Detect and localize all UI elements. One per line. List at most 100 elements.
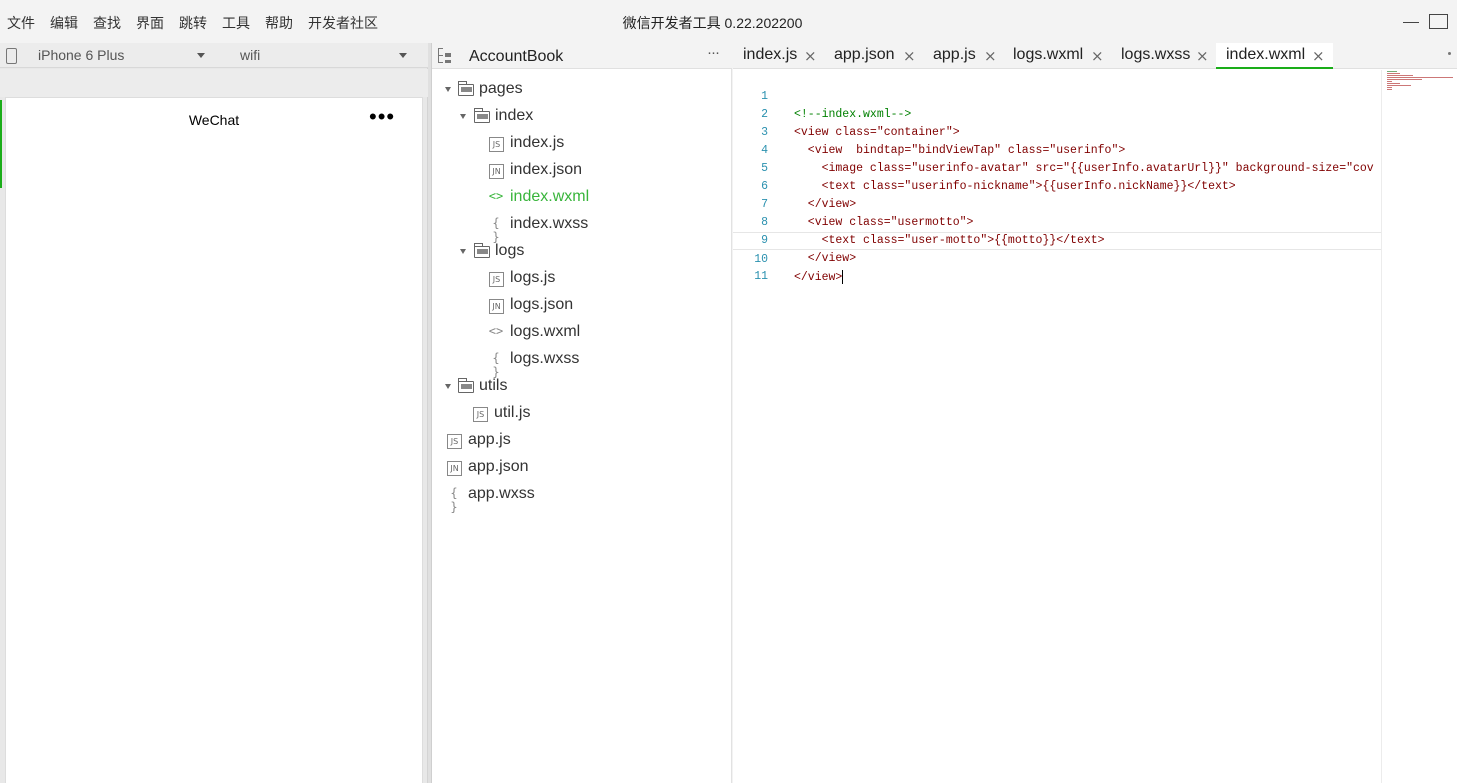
wxml-file-icon: <> xyxy=(488,324,504,338)
tab-label: index.js xyxy=(743,46,798,63)
tab-label: logs.wxss xyxy=(1121,46,1191,63)
phone-icon[interactable] xyxy=(6,48,17,64)
code-line: 11 xyxy=(733,250,1381,283)
tree-item-label: logs.wxml xyxy=(510,323,581,340)
folder-icon xyxy=(474,243,490,258)
code-area[interactable]: 1 <!--index.wxml--> 2 <view class="conta… xyxy=(733,70,1381,783)
close-icon[interactable]: × xyxy=(1312,47,1325,65)
minimap-line xyxy=(1387,83,1400,84)
maximize-button[interactable] xyxy=(1429,14,1448,29)
phone-nav-title: WeChat xyxy=(188,112,240,128)
tree-file-app-json[interactable]: JN app.json xyxy=(432,456,732,483)
code-line: 7 <view class="usermotto"> xyxy=(733,178,1381,229)
tab-label: logs.wxml xyxy=(1013,46,1084,63)
phone-navigation-bar: WeChat ••• xyxy=(6,98,422,140)
minimap-line xyxy=(1387,75,1413,76)
tree-file-index-js[interactable]: JS index.js xyxy=(432,132,732,159)
close-icon[interactable]: × xyxy=(1091,47,1104,65)
tree-item-label: logs.json xyxy=(510,296,574,313)
collapse-arrow-icon[interactable] xyxy=(460,249,466,254)
tree-item-label: logs.wxss xyxy=(510,350,580,367)
tab-logs-wxss[interactable]: logs.wxss × xyxy=(1111,43,1213,69)
tab-index-wxml[interactable]: index.wxml × xyxy=(1216,43,1333,69)
code-line: 8 <text class="user-motto">{{motto}}</te… xyxy=(733,196,1381,247)
tree-item-label: app.json xyxy=(468,458,529,475)
code-line: 9 </view> xyxy=(733,214,1381,265)
minimap-line xyxy=(1387,85,1411,86)
code-editor: index.js × app.json × app.js × logs.wxml… xyxy=(733,43,1457,783)
tree-toggle-icon[interactable] xyxy=(438,48,452,63)
tree-file-index-wxss[interactable]: { } index.wxss xyxy=(432,213,732,244)
tab-label: app.json xyxy=(834,46,895,63)
tree-item-label: logs.js xyxy=(510,269,556,286)
minimap-line xyxy=(1387,77,1453,78)
close-icon[interactable]: × xyxy=(984,47,997,65)
close-icon[interactable]: × xyxy=(903,47,916,65)
chevron-down-icon xyxy=(197,53,205,58)
wxss-file-icon: { } xyxy=(450,486,458,514)
editor-tabs: index.js × app.json × app.js × logs.wxml… xyxy=(733,43,1457,69)
code-text: </view> xyxy=(794,269,1381,287)
tree-file-app-wxss[interactable]: { } app.wxss xyxy=(432,483,732,514)
device-select[interactable]: iPhone 6 Plus xyxy=(38,47,208,65)
tree-item-label: util.js xyxy=(494,404,531,421)
tree-folder-pages[interactable]: pages xyxy=(432,78,732,105)
code-line: 5 <text class="userinfo-nickname">{{user… xyxy=(733,142,1381,193)
tree-folder-utils[interactable]: utils xyxy=(432,375,732,402)
json-file-icon: JN xyxy=(447,461,462,476)
tab-app-js[interactable]: app.js × xyxy=(923,43,997,69)
tree-file-util-js[interactable]: JS util.js xyxy=(432,402,732,429)
tree-folder-index[interactable]: index xyxy=(432,105,732,132)
tab-logs-wxml[interactable]: logs.wxml × xyxy=(1003,43,1108,69)
code-line: 6 </view> xyxy=(733,160,1381,211)
network-select[interactable]: wifi xyxy=(240,47,410,65)
tree-item-label: index.wxml xyxy=(510,188,590,205)
wxml-file-icon: <> xyxy=(488,189,504,203)
code-line: 2 <view class="container"> xyxy=(733,88,1381,139)
tab-app-json[interactable]: app.json × xyxy=(824,43,916,69)
tree-file-index-json[interactable]: JN index.json xyxy=(432,159,732,186)
tree-item-label: logs xyxy=(495,242,525,259)
close-icon[interactable]: × xyxy=(1196,47,1209,65)
phone-screen[interactable]: WeChat ••• xyxy=(5,97,423,783)
minimap-line xyxy=(1387,71,1397,72)
tab-overflow-icon[interactable] xyxy=(1448,52,1451,55)
devtools-window: 文件 编辑 查找 界面 跳转 工具 帮助 开发者社区 微信开发者工具 0.22.… xyxy=(0,0,1457,783)
minimap-line xyxy=(1387,81,1392,82)
app-title: 微信开发者工具 0.22.202200 xyxy=(622,15,803,31)
close-icon[interactable]: × xyxy=(804,47,817,65)
more-options-icon[interactable]: ··· xyxy=(707,44,720,61)
tree-file-logs-js[interactable]: JS logs.js xyxy=(432,267,732,294)
more-icon[interactable]: ••• xyxy=(369,106,395,128)
code-line-current: 10 </view> xyxy=(733,232,1381,284)
tab-label: index.wxml xyxy=(1226,46,1306,63)
collapse-arrow-icon[interactable] xyxy=(445,384,451,389)
simulator-spacer xyxy=(0,69,428,97)
collapse-arrow-icon[interactable] xyxy=(445,87,451,92)
minimap-line xyxy=(1387,79,1422,80)
code-minimap[interactable] xyxy=(1381,70,1457,783)
simulator-toolbar: iPhone 6 Plus wifi xyxy=(0,43,428,68)
json-file-icon: JN xyxy=(489,299,504,314)
tree-file-logs-json[interactable]: JN logs.json xyxy=(432,294,732,321)
minimize-button[interactable] xyxy=(1403,13,1419,27)
code-line: 1 <!--index.wxml--> xyxy=(733,70,1381,121)
folder-icon xyxy=(474,108,490,123)
code-line: 3 <view bindtap="bindViewTap" class="use… xyxy=(733,106,1381,157)
minimap-line xyxy=(1387,73,1400,74)
explorer-header: AccountBook ··· xyxy=(432,43,732,69)
tree-item-label: index xyxy=(495,107,534,124)
file-explorer: AccountBook ··· pages index JS index.js … xyxy=(432,43,732,783)
tree-file-logs-wxml[interactable]: <> logs.wxml xyxy=(432,321,732,348)
json-file-icon: JN xyxy=(489,164,504,179)
collapse-arrow-icon[interactable] xyxy=(460,114,466,119)
tree-file-logs-wxss[interactable]: { } logs.wxss xyxy=(432,348,732,379)
tree-folder-logs[interactable]: logs xyxy=(432,240,732,267)
tree-item-label: app.wxss xyxy=(468,485,535,502)
tree-file-app-js[interactable]: JS app.js xyxy=(432,429,732,456)
tab-index-js[interactable]: index.js × xyxy=(733,43,821,69)
minimap-line xyxy=(1387,87,1392,88)
tree-item-label: app.js xyxy=(468,431,511,448)
tree-file-index-wxml[interactable]: <> index.wxml xyxy=(432,186,732,213)
simulator-indicator xyxy=(0,100,2,188)
